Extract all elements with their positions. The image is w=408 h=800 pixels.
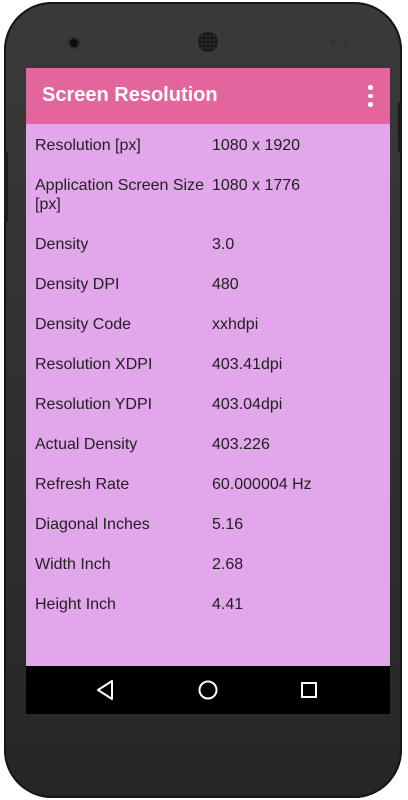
row-value: 403.226: [212, 436, 270, 453]
row-label: Refresh Rate: [35, 476, 130, 493]
row-label: Density DPI: [35, 276, 120, 293]
row-value: 3.0: [212, 236, 235, 253]
row-value: 480: [212, 276, 239, 293]
phone-frame: Screen Resolution Resolution [px] 1080 x…: [4, 2, 402, 798]
power-button: [398, 102, 402, 152]
row-value: 4.41: [212, 596, 244, 613]
info-list: Resolution [px] 1080 x 1920 Application …: [26, 124, 390, 666]
row-label: Actual Density: [35, 436, 138, 453]
navigation-bar: [26, 666, 390, 714]
row-value: 403.04dpi: [212, 396, 283, 413]
proximity-sensor: [330, 40, 336, 46]
row-value: 60.000004 Hz: [212, 476, 312, 493]
earpiece-speaker: [198, 32, 218, 52]
row-label: Diagonal Inches: [35, 516, 150, 533]
row-value: xxhdpi: [212, 316, 259, 333]
row-label: Resolution XDPI: [35, 356, 153, 373]
front-camera: [70, 39, 78, 47]
back-triangle-icon[interactable]: [88, 674, 124, 706]
row-value: 1080 x 1920: [212, 137, 301, 154]
row-label: Density: [35, 236, 89, 253]
recents-square-icon[interactable]: [291, 674, 327, 706]
row-value: 1080 x 1776: [212, 177, 301, 194]
app-bar: Screen Resolution: [26, 68, 390, 124]
row-label: Width Inch: [35, 556, 111, 573]
volume-button: [4, 152, 8, 222]
light-sensor: [342, 40, 348, 46]
row-value: 2.68: [212, 556, 244, 573]
row-label: Height Inch: [35, 596, 116, 613]
row-value: 403.41dpi: [212, 356, 283, 373]
row-label: Resolution YDPI: [35, 396, 153, 413]
home-circle-icon[interactable]: [190, 674, 226, 706]
more-vert-icon[interactable]: [358, 82, 382, 110]
row-label: Density Code: [35, 316, 132, 333]
row-label: Resolution [px]: [35, 137, 141, 154]
app-title: Screen Resolution: [42, 84, 218, 106]
screen: Screen Resolution Resolution [px] 1080 x…: [26, 68, 390, 714]
row-value: 5.16: [212, 516, 244, 533]
row-label: Application Screen Size [px]: [35, 177, 204, 213]
